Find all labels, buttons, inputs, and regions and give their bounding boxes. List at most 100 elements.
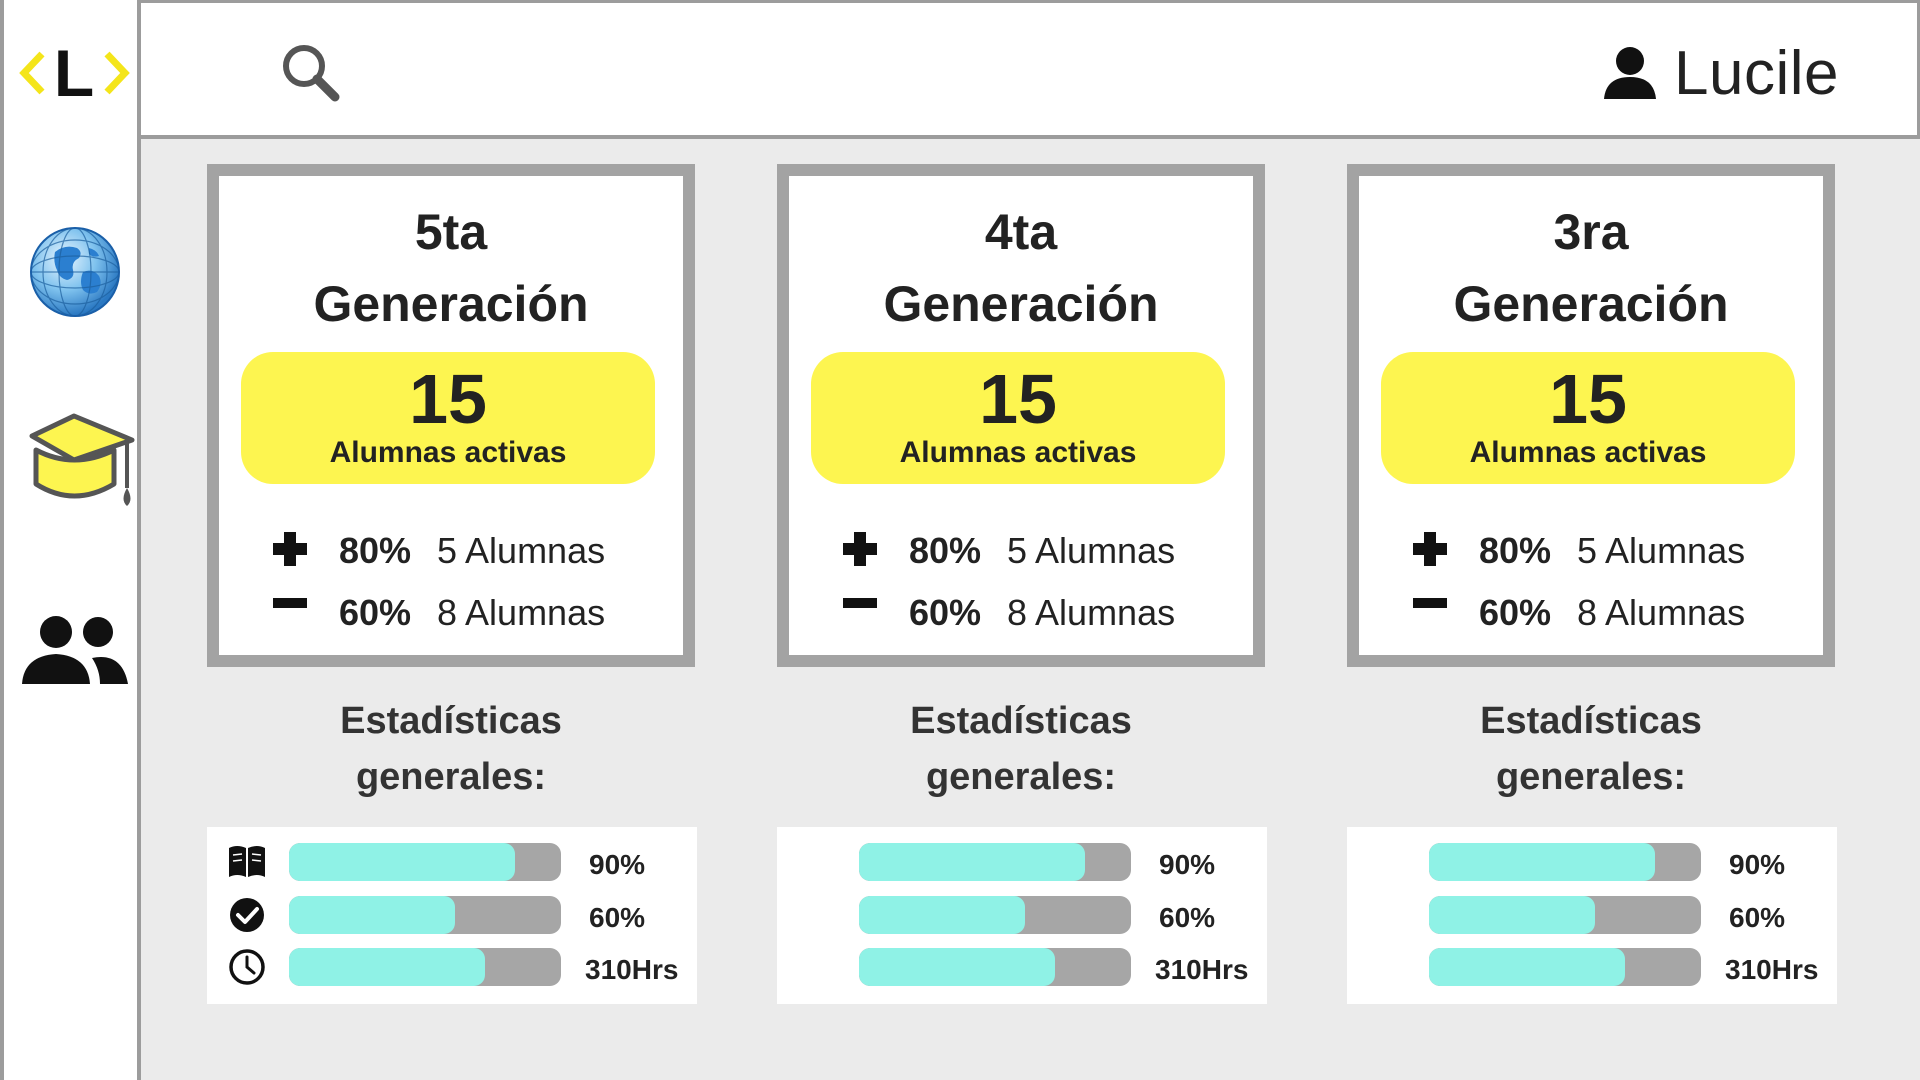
stat-bar-row: 310Hrs	[207, 946, 697, 986]
progress-bar	[1429, 948, 1701, 986]
stat-bar-row: 90%	[1347, 841, 1837, 881]
active-count: 15	[409, 360, 487, 438]
plus-count: 5 Alumnas	[1007, 530, 1176, 571]
generation-label: Generación	[1453, 276, 1729, 332]
search-button[interactable]	[279, 41, 343, 105]
progress-value: 310Hrs	[1725, 954, 1819, 985]
stats-heading-line2: generales:	[1495, 756, 1687, 798]
generation-number: 3ra	[1553, 204, 1629, 260]
plus-icon	[843, 532, 877, 566]
stats-panel: 90% 60% 310Hrs	[207, 827, 697, 1004]
generation-card[interactable]: 3ra Generación 15 Alumnas activas 80% 5 …	[1347, 164, 1835, 667]
generation-column-2: 4ta Generación 15 Alumnas activas 80% 5 …	[777, 164, 1267, 1004]
minus-stat-row: 60% 8 Alumnas	[1359, 586, 1823, 636]
progress-fill	[859, 843, 1085, 881]
stat-bar-row: 90%	[777, 841, 1267, 881]
stats-panel: 90% 60% 310Hrs	[777, 827, 1267, 1004]
sidebar: L	[0, 0, 141, 1080]
stats-heading: Estadísticas generales:	[207, 693, 695, 805]
progress-bar	[1429, 896, 1701, 934]
plus-count: 5 Alumnas	[437, 530, 606, 571]
minus-icon	[273, 598, 307, 608]
app-logo[interactable]: L	[12, 28, 137, 118]
plus-stat-row: 80% 5 Alumnas	[789, 524, 1253, 574]
book-icon	[227, 843, 267, 881]
generation-title: 4ta Generación	[789, 196, 1253, 340]
minus-icon	[1413, 598, 1447, 608]
generation-column-1: 5ta Generación 15 Alumnas activas 80% 5 …	[207, 164, 697, 1004]
minus-count: 8 Alumnas	[1007, 592, 1176, 633]
progress-value: 90%	[589, 849, 646, 880]
active-students-badge: 15 Alumnas activas	[241, 352, 655, 484]
progress-bar	[859, 948, 1131, 986]
minus-percentage: 60%	[1479, 592, 1552, 633]
active-label: Alumnas activas	[329, 436, 567, 469]
generation-title: 3ra Generación	[1359, 196, 1823, 340]
plus-icon	[1413, 532, 1447, 566]
minus-stat-row: 60% 8 Alumnas	[789, 586, 1253, 636]
check-circle-icon	[227, 896, 267, 934]
user-menu[interactable]: Lucile	[1602, 33, 1839, 113]
progress-fill	[859, 896, 1025, 934]
minus-stat-row: 60% 8 Alumnas	[219, 586, 683, 636]
active-count: 15	[979, 360, 1057, 438]
minus-percentage: 60%	[339, 592, 412, 633]
active-count: 15	[1549, 360, 1627, 438]
progress-fill	[1429, 948, 1625, 986]
progress-fill	[289, 948, 485, 986]
sidebar-item-globe[interactable]	[12, 222, 137, 322]
active-label: Alumnas activas	[1469, 436, 1707, 469]
plus-icon	[273, 532, 307, 566]
generation-title: 5ta Generación	[219, 196, 683, 340]
minus-percentage: 60%	[909, 592, 982, 633]
stat-bar-row: 310Hrs	[1347, 946, 1837, 986]
stat-bar-row: 60%	[207, 894, 697, 934]
user-name: Lucile	[1674, 38, 1839, 108]
stats-heading-line1: Estadísticas	[1480, 700, 1702, 742]
plus-percentage: 80%	[339, 530, 412, 571]
generation-card[interactable]: 5ta Generación 15 Alumnas activas 80% 5 …	[207, 164, 695, 667]
generation-card[interactable]: 4ta Generación 15 Alumnas activas 80% 5 …	[777, 164, 1265, 667]
progress-fill	[289, 843, 515, 881]
progress-fill	[1429, 843, 1655, 881]
plus-percentage: 80%	[1479, 530, 1552, 571]
stats-heading-line1: Estadísticas	[340, 700, 562, 742]
progress-bar	[289, 896, 561, 934]
stats-heading-line1: Estadísticas	[910, 700, 1132, 742]
sidebar-item-graduation[interactable]	[12, 404, 137, 514]
logo-letter: L	[54, 36, 94, 110]
plus-count: 5 Alumnas	[1577, 530, 1746, 571]
progress-value: 310Hrs	[1155, 954, 1249, 985]
generation-label: Generación	[883, 276, 1159, 332]
progress-value: 60%	[1729, 902, 1786, 933]
minus-count: 8 Alumnas	[437, 592, 606, 633]
user-icon	[1604, 47, 1656, 99]
progress-fill	[1429, 896, 1595, 934]
stats-heading: Estadísticas generales:	[1347, 693, 1835, 805]
stats-heading-line2: generales:	[355, 756, 547, 798]
sidebar-item-people[interactable]	[12, 612, 137, 692]
generation-label: Generación	[313, 276, 589, 332]
stats-heading-line2: generales:	[925, 756, 1117, 798]
plus-stat-row: 80% 5 Alumnas	[1359, 524, 1823, 574]
active-students-badge: 15 Alumnas activas	[811, 352, 1225, 484]
progress-value: 90%	[1159, 849, 1216, 880]
top-header: Lucile	[141, 3, 1920, 139]
generation-number: 5ta	[414, 204, 488, 260]
graduation-cap-icon	[29, 413, 135, 506]
plus-percentage: 80%	[909, 530, 982, 571]
search-icon	[283, 45, 340, 102]
globe-icon	[29, 227, 120, 317]
progress-value: 60%	[1159, 902, 1216, 933]
progress-bar	[859, 896, 1131, 934]
stat-bar-row: 310Hrs	[777, 946, 1267, 986]
progress-bar	[859, 843, 1131, 881]
progress-bar	[1429, 843, 1701, 881]
stats-heading: Estadísticas generales:	[777, 693, 1265, 805]
minus-icon	[843, 598, 877, 608]
plus-stat-row: 80% 5 Alumnas	[219, 524, 683, 574]
people-icon	[21, 616, 128, 684]
generation-number: 4ta	[984, 204, 1058, 260]
stat-bar-row: 60%	[1347, 894, 1837, 934]
clock-icon	[227, 948, 267, 986]
